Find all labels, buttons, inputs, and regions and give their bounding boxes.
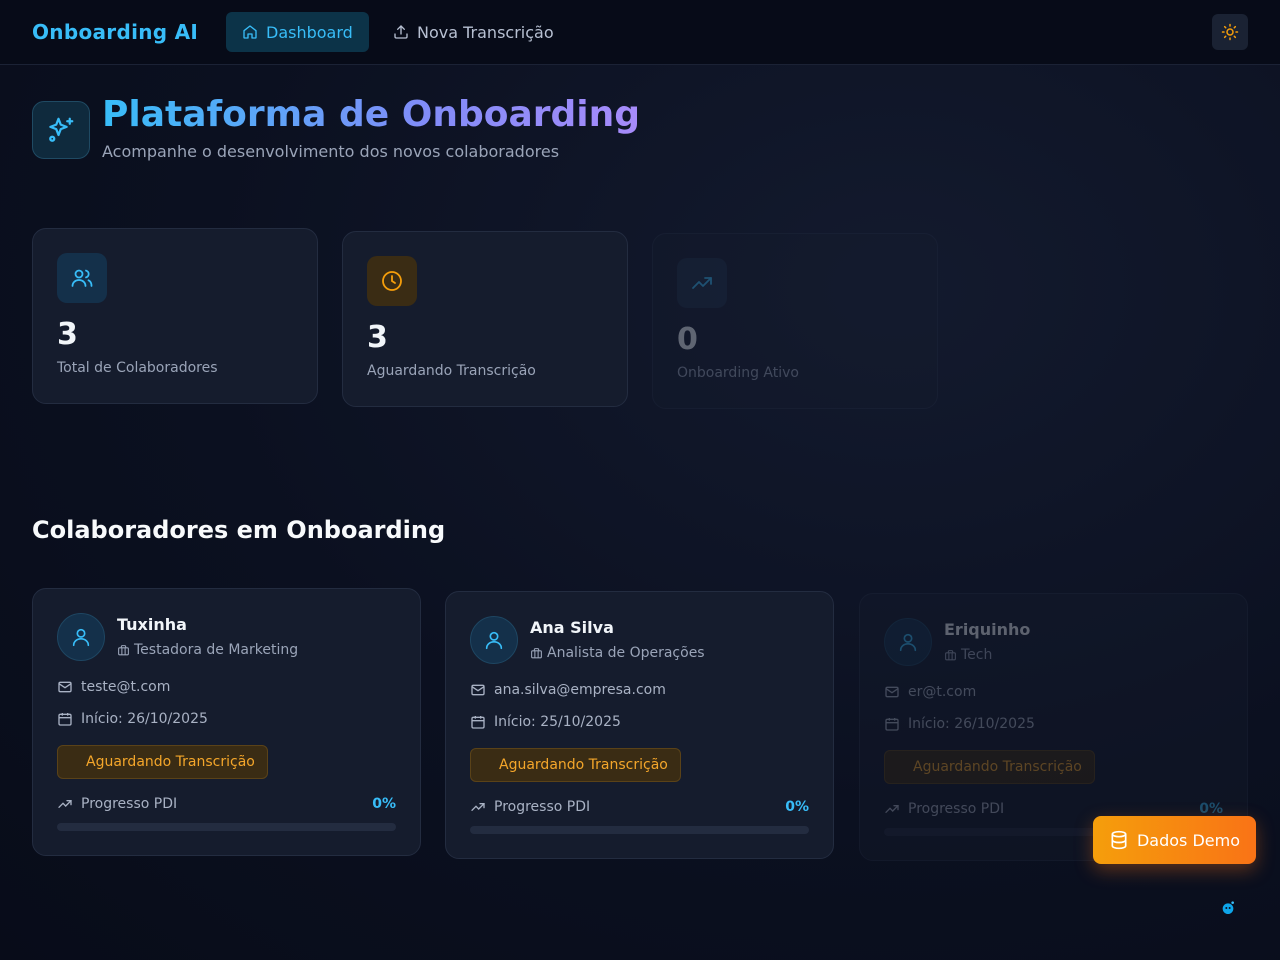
pdi-progress-value: 0% xyxy=(1199,801,1223,817)
stat-card-pending: 3 Aguardando Transcrição xyxy=(342,231,628,407)
pdi-progress-bar xyxy=(57,823,396,831)
brand-logo[interactable]: Onboarding AI xyxy=(32,20,198,44)
status-badge: Aguardando Transcrição xyxy=(884,750,1095,784)
nav-dashboard-button[interactable]: Dashboard xyxy=(226,12,369,52)
user-icon xyxy=(899,633,917,652)
stat-value: 3 xyxy=(57,317,78,352)
user-icon xyxy=(72,628,90,647)
nav-new-transcription-label: Nova Transcrição xyxy=(417,22,554,42)
stat-icon-box xyxy=(367,256,417,306)
collaborator-role: Tech xyxy=(944,647,992,663)
avatar xyxy=(470,616,518,664)
briefcase-icon xyxy=(945,649,956,660)
sun-icon xyxy=(1221,23,1239,41)
stat-icon-box xyxy=(677,258,727,308)
briefcase-icon xyxy=(118,644,129,655)
collaborator-role: Analista de Operações xyxy=(530,645,705,661)
home-icon xyxy=(243,25,257,39)
calendar-icon xyxy=(58,713,72,726)
trending-up-icon xyxy=(58,800,72,808)
status-badge: Aguardando Transcrição xyxy=(57,745,268,779)
collaborator-start-date: Início: 26/10/2025 xyxy=(57,711,208,727)
collaborator-role-text: Tech xyxy=(961,647,993,663)
collaborator-email: er@t.com xyxy=(884,684,976,700)
collaborator-name: Ana Silva xyxy=(530,618,614,637)
pdi-progress-text: Progresso PDI xyxy=(494,799,591,815)
status-badge: Aguardando Transcrição xyxy=(470,748,681,782)
calendar-icon xyxy=(471,716,485,729)
stat-value: 3 xyxy=(367,320,388,355)
page-subtitle: Acompanhe o desenvolvimento dos novos co… xyxy=(102,142,560,161)
collaborator-email-text: ana.silva@empresa.com xyxy=(494,682,666,698)
calendar-icon xyxy=(885,718,899,731)
collaborator-email: teste@t.com xyxy=(57,679,170,695)
collaborator-role: Testadora de Marketing xyxy=(117,642,298,658)
hero-badge xyxy=(32,101,90,159)
pdi-progress-text: Progresso PDI xyxy=(81,796,178,812)
demo-data-label: Dados Demo xyxy=(1136,830,1241,850)
collaborator-card[interactable]: Ana Silva Analista de Operações ana.silv… xyxy=(445,591,834,859)
top-nav: Onboarding AI Dashboard Nova Transcrição xyxy=(0,0,1280,65)
collaborator-start-date: Início: 25/10/2025 xyxy=(470,714,621,730)
avatar xyxy=(884,618,932,666)
user-icon xyxy=(485,631,503,650)
stat-value: 0 xyxy=(677,322,698,357)
collaborator-start-text: Início: 25/10/2025 xyxy=(494,714,621,730)
collaborator-email-text: er@t.com xyxy=(908,684,977,700)
pdi-progress-label: Progresso PDI xyxy=(884,801,1004,817)
sparkles-icon xyxy=(49,117,74,142)
trending-up-icon xyxy=(471,803,485,811)
stat-label: Total de Colaboradores xyxy=(57,360,218,376)
collaborator-card[interactable]: Tuxinha Testadora de Marketing teste@t.c… xyxy=(32,588,421,856)
collaborator-email-text: teste@t.com xyxy=(81,679,171,695)
collaborator-start-text: Início: 26/10/2025 xyxy=(908,716,1035,732)
upload-icon xyxy=(394,25,408,39)
pdi-progress-label: Progresso PDI xyxy=(57,796,177,812)
nav-new-transcription-button[interactable]: Nova Transcrição xyxy=(377,12,570,52)
mail-icon xyxy=(471,684,485,696)
collaborator-start-date: Início: 26/10/2025 xyxy=(884,716,1035,732)
pdi-progress-value: 0% xyxy=(785,799,809,815)
pdi-progress-label: Progresso PDI xyxy=(470,799,590,815)
stat-card-active: 0 Onboarding Ativo xyxy=(652,233,938,409)
avatar xyxy=(57,613,105,661)
assistant-bot-icon[interactable] xyxy=(1220,900,1236,916)
stat-label: Onboarding Ativo xyxy=(677,365,799,381)
database-icon xyxy=(1111,830,1127,850)
collaborator-role-text: Analista de Operações xyxy=(547,645,705,661)
users-icon xyxy=(71,269,93,287)
pdi-progress-bar xyxy=(470,826,809,834)
mail-icon xyxy=(58,681,72,693)
stat-label: Aguardando Transcrição xyxy=(367,363,536,379)
section-title: Colaboradores em Onboarding xyxy=(32,516,446,544)
mail-icon xyxy=(885,686,899,698)
collaborator-email: ana.silva@empresa.com xyxy=(470,682,666,698)
briefcase-icon xyxy=(531,647,542,658)
page-title: Plataforma de Onboarding xyxy=(102,94,641,135)
collaborator-name: Tuxinha xyxy=(117,615,187,634)
pdi-progress-value: 0% xyxy=(372,796,396,812)
collaborator-role-text: Testadora de Marketing xyxy=(134,642,299,658)
stat-icon-box xyxy=(57,253,107,303)
theme-toggle-button[interactable] xyxy=(1212,14,1248,50)
trending-up-icon xyxy=(692,277,712,289)
clock-icon xyxy=(382,271,402,291)
trending-up-icon xyxy=(885,805,899,813)
demo-data-button[interactable]: Dados Demo xyxy=(1093,816,1256,864)
nav-dashboard-label: Dashboard xyxy=(266,22,353,42)
pdi-progress-text: Progresso PDI xyxy=(908,801,1005,817)
stat-card-total: 3 Total de Colaboradores xyxy=(32,228,318,404)
collaborator-start-text: Início: 26/10/2025 xyxy=(81,711,208,727)
collaborator-name: Eriquinho xyxy=(944,620,1031,639)
